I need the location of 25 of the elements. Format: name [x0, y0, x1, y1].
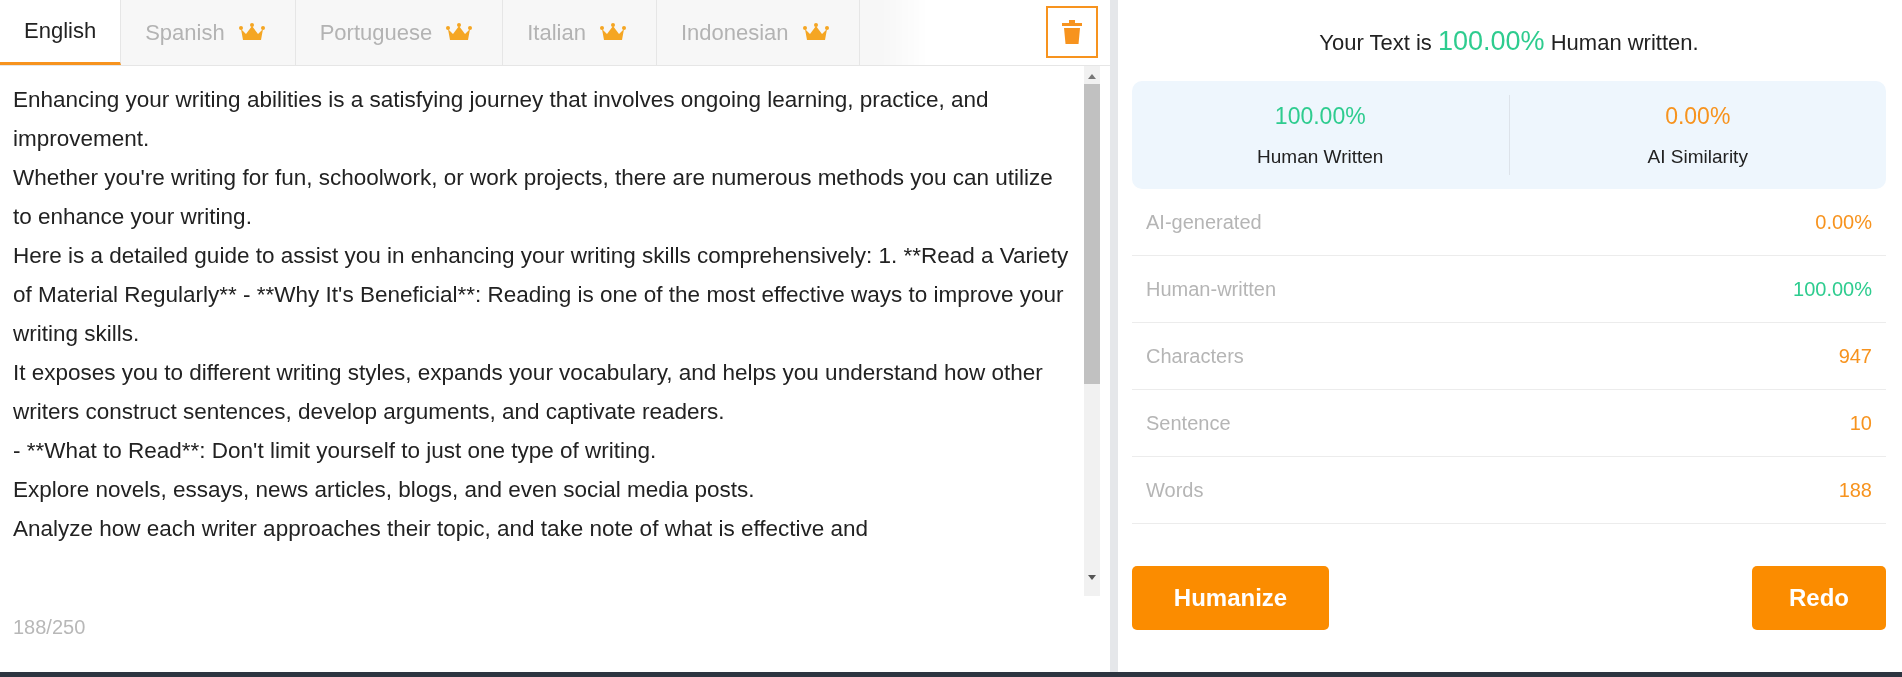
- text-input[interactable]: Enhancing your writing abilities is a satisfying journey that involves ongoing learning, practice, and improvement. Whether you're writing for fun, schoolwork, or work projects, there are numerous methods you can utilize to enhance your writing. Here is a detailed guide to assist you in enhancing your writing skills comprehensively: 1. **Read a Variety of Material Regularly** - **Why It's Beneficial**: Reading is one of the most effective ways to improve your writing skills. It exposes you to different writing styles, expands your vocabulary, and helps you understand how other writers construct sentences, develop arguments, and captivate readers. - **What to Read**: Don't limit yourself to just one type of writing. Explore novels, essays, news articles, blogs, and even social media posts. Analyze how each writer approaches their topic, and take note of what is effective and: [0, 66, 1084, 596]
- redo-button[interactable]: Redo: [1752, 566, 1886, 630]
- percentage-label: AI Similarity: [1647, 145, 1748, 168]
- stat-label: Human-written: [1146, 277, 1277, 301]
- stat-value: 188: [1838, 478, 1872, 502]
- delete-button[interactable]: [1046, 6, 1098, 58]
- scroll-down-icon[interactable]: [1087, 574, 1097, 582]
- stat-label: Characters: [1146, 344, 1244, 368]
- stat-label: AI-generated: [1146, 210, 1262, 234]
- stat-value: 10: [1849, 411, 1872, 435]
- stat-value: 100.00%: [1793, 277, 1872, 301]
- stat-label: Sentence: [1146, 411, 1231, 435]
- language-tab[interactable]: English: [0, 0, 122, 65]
- trash-icon: [1062, 20, 1082, 44]
- percentage-value: 0.00%: [1665, 102, 1731, 130]
- result-headline: Your Text is 100.00% Human written.: [1319, 30, 1699, 55]
- word-counter: 188/250: [13, 616, 86, 638]
- scroll-up-icon[interactable]: [1087, 72, 1097, 80]
- scrollbar-thumb[interactable]: [1084, 84, 1100, 384]
- percentage-label: Human Written: [1257, 145, 1384, 168]
- stat-label: Words: [1146, 478, 1204, 502]
- stat-value: 0.00%: [1815, 210, 1872, 234]
- percentage-value: 100.00%: [1274, 102, 1366, 130]
- stat-value: 947: [1838, 344, 1872, 368]
- humanize-button[interactable]: Humanize: [1132, 566, 1329, 630]
